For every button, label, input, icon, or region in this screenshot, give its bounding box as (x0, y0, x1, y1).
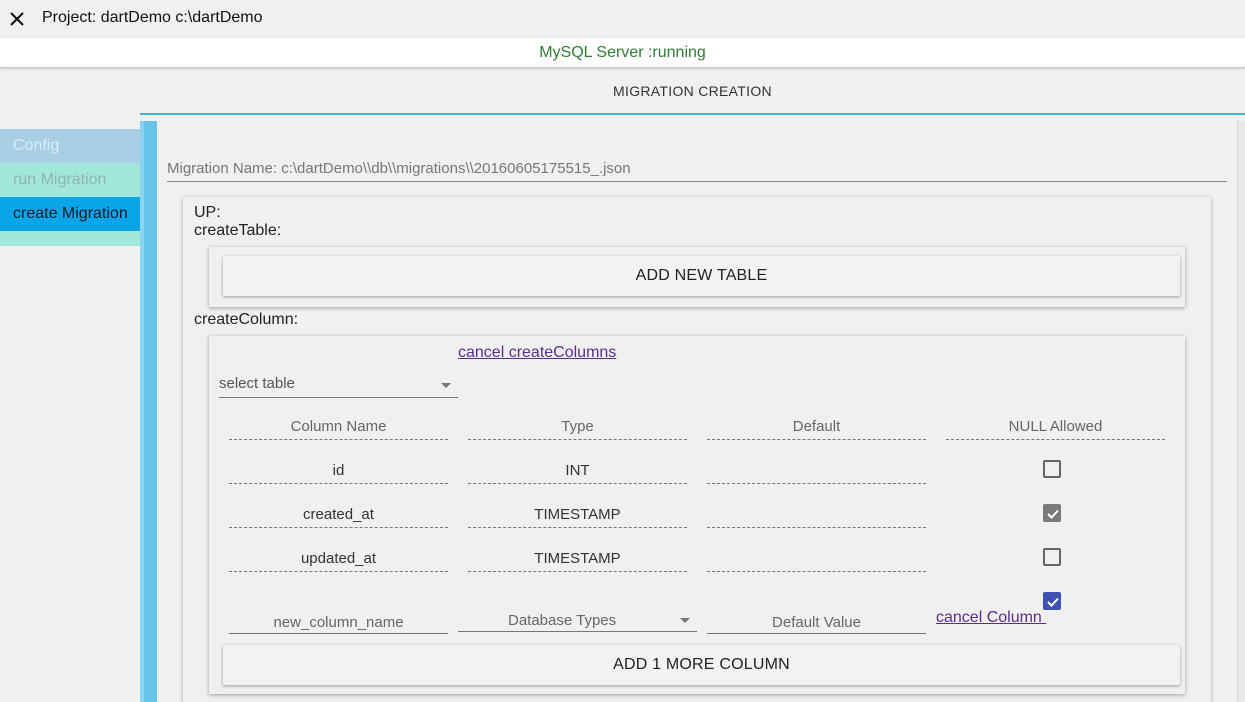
row-created-at-null-checkbox[interactable] (1043, 504, 1061, 522)
row-updated-at-type[interactable]: TIMESTAMP (468, 550, 687, 572)
row-id-default[interactable] (707, 462, 926, 484)
check-icon (1047, 509, 1059, 519)
sidebar-item-create-migration[interactable]: create Migration (0, 197, 140, 231)
chevron-down-icon (441, 383, 451, 388)
row-id-null-checkbox[interactable] (1043, 460, 1061, 478)
select-table-dropdown[interactable]: select table (219, 375, 458, 398)
column-header-null-allowed: NULL Allowed (946, 418, 1165, 440)
status-bar: MySQL Server :running (0, 38, 1245, 68)
create-column-label: createColumn: (194, 311, 299, 328)
sidebar-item-run-migration[interactable]: run Migration (0, 163, 140, 197)
server-status: MySQL Server :running (539, 44, 706, 61)
title-bar: Project: dartDemo c:\dartDemo (0, 0, 1245, 38)
row-updated-at-name[interactable]: updated_at (229, 550, 448, 572)
page-title: MIGRATION CREATION (613, 83, 772, 99)
select-table-placeholder: select table (219, 375, 295, 392)
chevron-down-icon (680, 618, 690, 623)
close-icon[interactable] (6, 8, 28, 30)
row-id-type[interactable]: INT (468, 462, 687, 484)
sidebar-item-config[interactable]: Config (0, 129, 140, 163)
row-created-at-name[interactable]: created_at (229, 506, 448, 528)
migration-name-field[interactable]: Migration Name: c:\dartDemo\\db\\migrati… (167, 160, 1227, 182)
row-created-at-default[interactable] (707, 506, 926, 528)
cancel-create-columns-link[interactable]: cancel createColumns (458, 344, 616, 362)
row-created-at-type[interactable]: TIMESTAMP (468, 506, 687, 528)
column-header-type: Type (468, 418, 687, 440)
row-updated-at-default[interactable] (707, 550, 926, 572)
row-id-name[interactable]: id (229, 462, 448, 484)
column-header-default: Default (707, 418, 926, 440)
new-column-name-input[interactable]: new_column_name (229, 610, 448, 634)
database-types-placeholder: Database Types (508, 612, 617, 629)
up-label: UP: (194, 204, 221, 221)
column-header-name: Column Name (229, 418, 448, 440)
content-left-border (140, 121, 157, 702)
scrollbar[interactable] (1237, 121, 1245, 702)
sidebar-footer (0, 231, 140, 246)
add-new-table-button[interactable]: ADD NEW TABLE (223, 256, 1180, 296)
new-column-null-checkbox[interactable] (1043, 592, 1061, 610)
add-more-column-button[interactable]: ADD 1 MORE COLUMN (223, 645, 1180, 685)
row-updated-at-null-checkbox[interactable] (1043, 548, 1061, 566)
window-title: Project: dartDemo c:\dartDemo (42, 9, 263, 26)
header-divider (140, 113, 1245, 115)
create-table-label: createTable: (194, 222, 282, 239)
default-value-input[interactable]: Default Value (707, 610, 926, 634)
check-icon (1047, 597, 1059, 607)
database-types-dropdown[interactable]: Database Types (458, 608, 697, 632)
cancel-column-link[interactable]: cancel Column (936, 609, 1046, 627)
